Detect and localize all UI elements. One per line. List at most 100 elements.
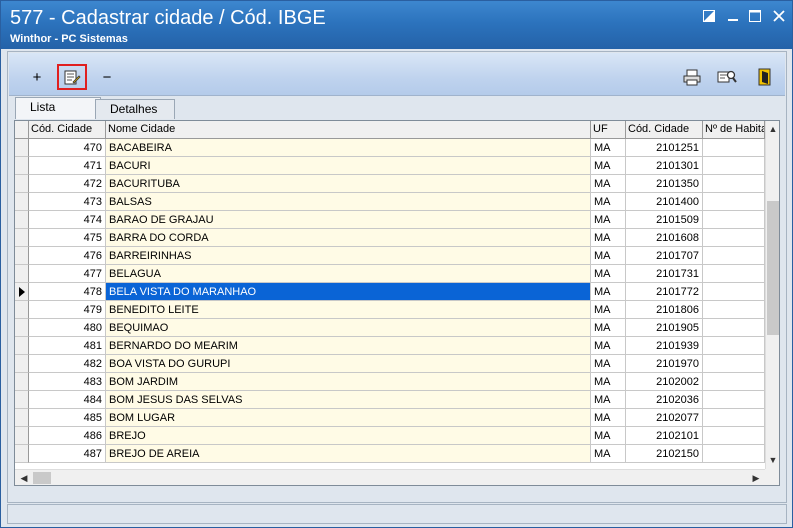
table-row[interactable]: 473 BALSAS MA 2101400 (15, 193, 765, 211)
cell-cod-cidade[interactable]: 474 (29, 211, 106, 229)
cell-habitantes[interactable] (703, 337, 765, 355)
cell-cod-cidade[interactable]: 480 (29, 319, 106, 337)
cell-uf[interactable]: MA (591, 283, 626, 301)
cell-habitantes[interactable] (703, 373, 765, 391)
cell-nome-cidade[interactable]: BARRA DO CORDA (106, 229, 591, 247)
table-row[interactable]: 487 BREJO DE AREIA MA 2102150 (15, 445, 765, 463)
cell-uf[interactable]: MA (591, 391, 626, 409)
row-indicator[interactable] (15, 391, 29, 409)
cell-cod-ibge[interactable]: 2101970 (626, 355, 703, 373)
row-indicator[interactable] (15, 373, 29, 391)
cell-habitantes[interactable] (703, 445, 765, 463)
cell-cod-cidade[interactable]: 486 (29, 427, 106, 445)
cell-cod-ibge[interactable]: 2101939 (626, 337, 703, 355)
cell-uf[interactable]: MA (591, 247, 626, 265)
cell-uf[interactable]: MA (591, 211, 626, 229)
cell-nome-cidade[interactable]: BACURI (106, 157, 591, 175)
edit-record-icon[interactable] (57, 64, 87, 90)
cell-habitantes[interactable] (703, 283, 765, 301)
cell-uf[interactable]: MA (591, 193, 626, 211)
row-indicator[interactable] (15, 229, 29, 247)
maximize-icon[interactable] (747, 10, 763, 26)
scroll-up-icon[interactable]: ▲ (766, 122, 779, 136)
cell-habitantes[interactable] (703, 427, 765, 445)
cell-cod-cidade[interactable]: 482 (29, 355, 106, 373)
cell-uf[interactable]: MA (591, 445, 626, 463)
cell-uf[interactable]: MA (591, 355, 626, 373)
table-row[interactable]: 486 BREJO MA 2102101 (15, 427, 765, 445)
cell-cod-cidade[interactable]: 476 (29, 247, 106, 265)
table-row[interactable]: 482 BOA VISTA DO GURUPI MA 2101970 (15, 355, 765, 373)
cell-cod-ibge[interactable]: 2102002 (626, 373, 703, 391)
table-row[interactable]: 477 BELAGUA MA 2101731 (15, 265, 765, 283)
cell-cod-cidade[interactable]: 472 (29, 175, 106, 193)
cell-cod-ibge[interactable]: 2101509 (626, 211, 703, 229)
table-row[interactable]: 481 BERNARDO DO MEARIM MA 2101939 (15, 337, 765, 355)
cell-uf[interactable]: MA (591, 265, 626, 283)
table-row[interactable]: 485 BOM LUGAR MA 2102077 (15, 409, 765, 427)
table-row[interactable]: 479 BENEDITO LEITE MA 2101806 (15, 301, 765, 319)
cell-cod-ibge[interactable]: 2102101 (626, 427, 703, 445)
cell-nome-cidade[interactable]: BENEDITO LEITE (106, 301, 591, 319)
cell-cod-cidade[interactable]: 478 (29, 283, 106, 301)
table-row[interactable]: 484 BOM JESUS DAS SELVAS MA 2102036 (15, 391, 765, 409)
row-indicator[interactable] (15, 445, 29, 463)
cell-cod-cidade[interactable]: 473 (29, 193, 106, 211)
cell-habitantes[interactable] (703, 193, 765, 211)
cell-cod-ibge[interactable]: 2101772 (626, 283, 703, 301)
tab-detalhes[interactable]: Detalhes (95, 99, 175, 119)
cell-habitantes[interactable] (703, 211, 765, 229)
cell-nome-cidade[interactable]: BOA VISTA DO GURUPI (106, 355, 591, 373)
cell-cod-ibge[interactable]: 2101905 (626, 319, 703, 337)
row-indicator[interactable] (15, 355, 29, 373)
col-cod-ibge[interactable]: Cód. Cidade (626, 121, 703, 138)
cell-cod-ibge[interactable]: 2102036 (626, 391, 703, 409)
table-row[interactable]: 471 BACURI MA 2101301 (15, 157, 765, 175)
row-indicator[interactable] (15, 157, 29, 175)
tab-lista[interactable]: Lista (15, 97, 101, 119)
cell-uf[interactable]: MA (591, 229, 626, 247)
print-icon[interactable] (680, 65, 704, 89)
table-row[interactable]: 480 BEQUIMAO MA 2101905 (15, 319, 765, 337)
row-indicator[interactable] (15, 175, 29, 193)
cell-cod-ibge[interactable]: 2101350 (626, 175, 703, 193)
row-indicator[interactable] (15, 211, 29, 229)
cell-nome-cidade[interactable]: BOM LUGAR (106, 409, 591, 427)
cell-cod-cidade[interactable]: 485 (29, 409, 106, 427)
search-icon[interactable] (715, 65, 739, 89)
cell-nome-cidade[interactable]: BELAGUA (106, 265, 591, 283)
cell-nome-cidade[interactable]: BARAO DE GRAJAU (106, 211, 591, 229)
cell-nome-cidade[interactable]: BOM JARDIM (106, 373, 591, 391)
add-icon[interactable]: + (25, 65, 49, 89)
cell-nome-cidade[interactable]: BOM JESUS DAS SELVAS (106, 391, 591, 409)
cell-cod-ibge[interactable]: 2101806 (626, 301, 703, 319)
cell-nome-cidade[interactable]: BERNARDO DO MEARIM (106, 337, 591, 355)
cell-cod-ibge[interactable]: 2101400 (626, 193, 703, 211)
table-row[interactable]: 474 BARAO DE GRAJAU MA 2101509 (15, 211, 765, 229)
cell-cod-ibge[interactable]: 2102077 (626, 409, 703, 427)
cell-nome-cidade[interactable]: BELA VISTA DO MARANHAO (106, 283, 591, 301)
cell-cod-cidade[interactable]: 477 (29, 265, 106, 283)
cell-cod-ibge[interactable]: 2101301 (626, 157, 703, 175)
row-indicator[interactable] (15, 337, 29, 355)
remove-icon[interactable]: − (95, 65, 119, 89)
cell-habitantes[interactable] (703, 391, 765, 409)
cell-cod-cidade[interactable]: 479 (29, 301, 106, 319)
cell-cod-cidade[interactable]: 471 (29, 157, 106, 175)
col-uf[interactable]: UF (591, 121, 626, 138)
cell-cod-cidade[interactable]: 470 (29, 139, 106, 157)
row-indicator[interactable] (15, 427, 29, 445)
scroll-left-icon[interactable]: ◀ (17, 471, 31, 485)
cell-nome-cidade[interactable]: BEQUIMAO (106, 319, 591, 337)
cell-uf[interactable]: MA (591, 373, 626, 391)
table-row[interactable]: 478 BELA VISTA DO MARANHAO MA 2101772 (15, 283, 765, 301)
cell-uf[interactable]: MA (591, 139, 626, 157)
cell-habitantes[interactable] (703, 355, 765, 373)
cell-habitantes[interactable] (703, 175, 765, 193)
cell-cod-ibge[interactable]: 2101707 (626, 247, 703, 265)
cell-nome-cidade[interactable]: BALSAS (106, 193, 591, 211)
cell-nome-cidade[interactable]: BARREIRINHAS (106, 247, 591, 265)
col-cod-cidade[interactable]: Cód. Cidade (29, 121, 106, 138)
cell-habitantes[interactable] (703, 139, 765, 157)
scroll-right-icon[interactable]: ▶ (749, 471, 763, 485)
